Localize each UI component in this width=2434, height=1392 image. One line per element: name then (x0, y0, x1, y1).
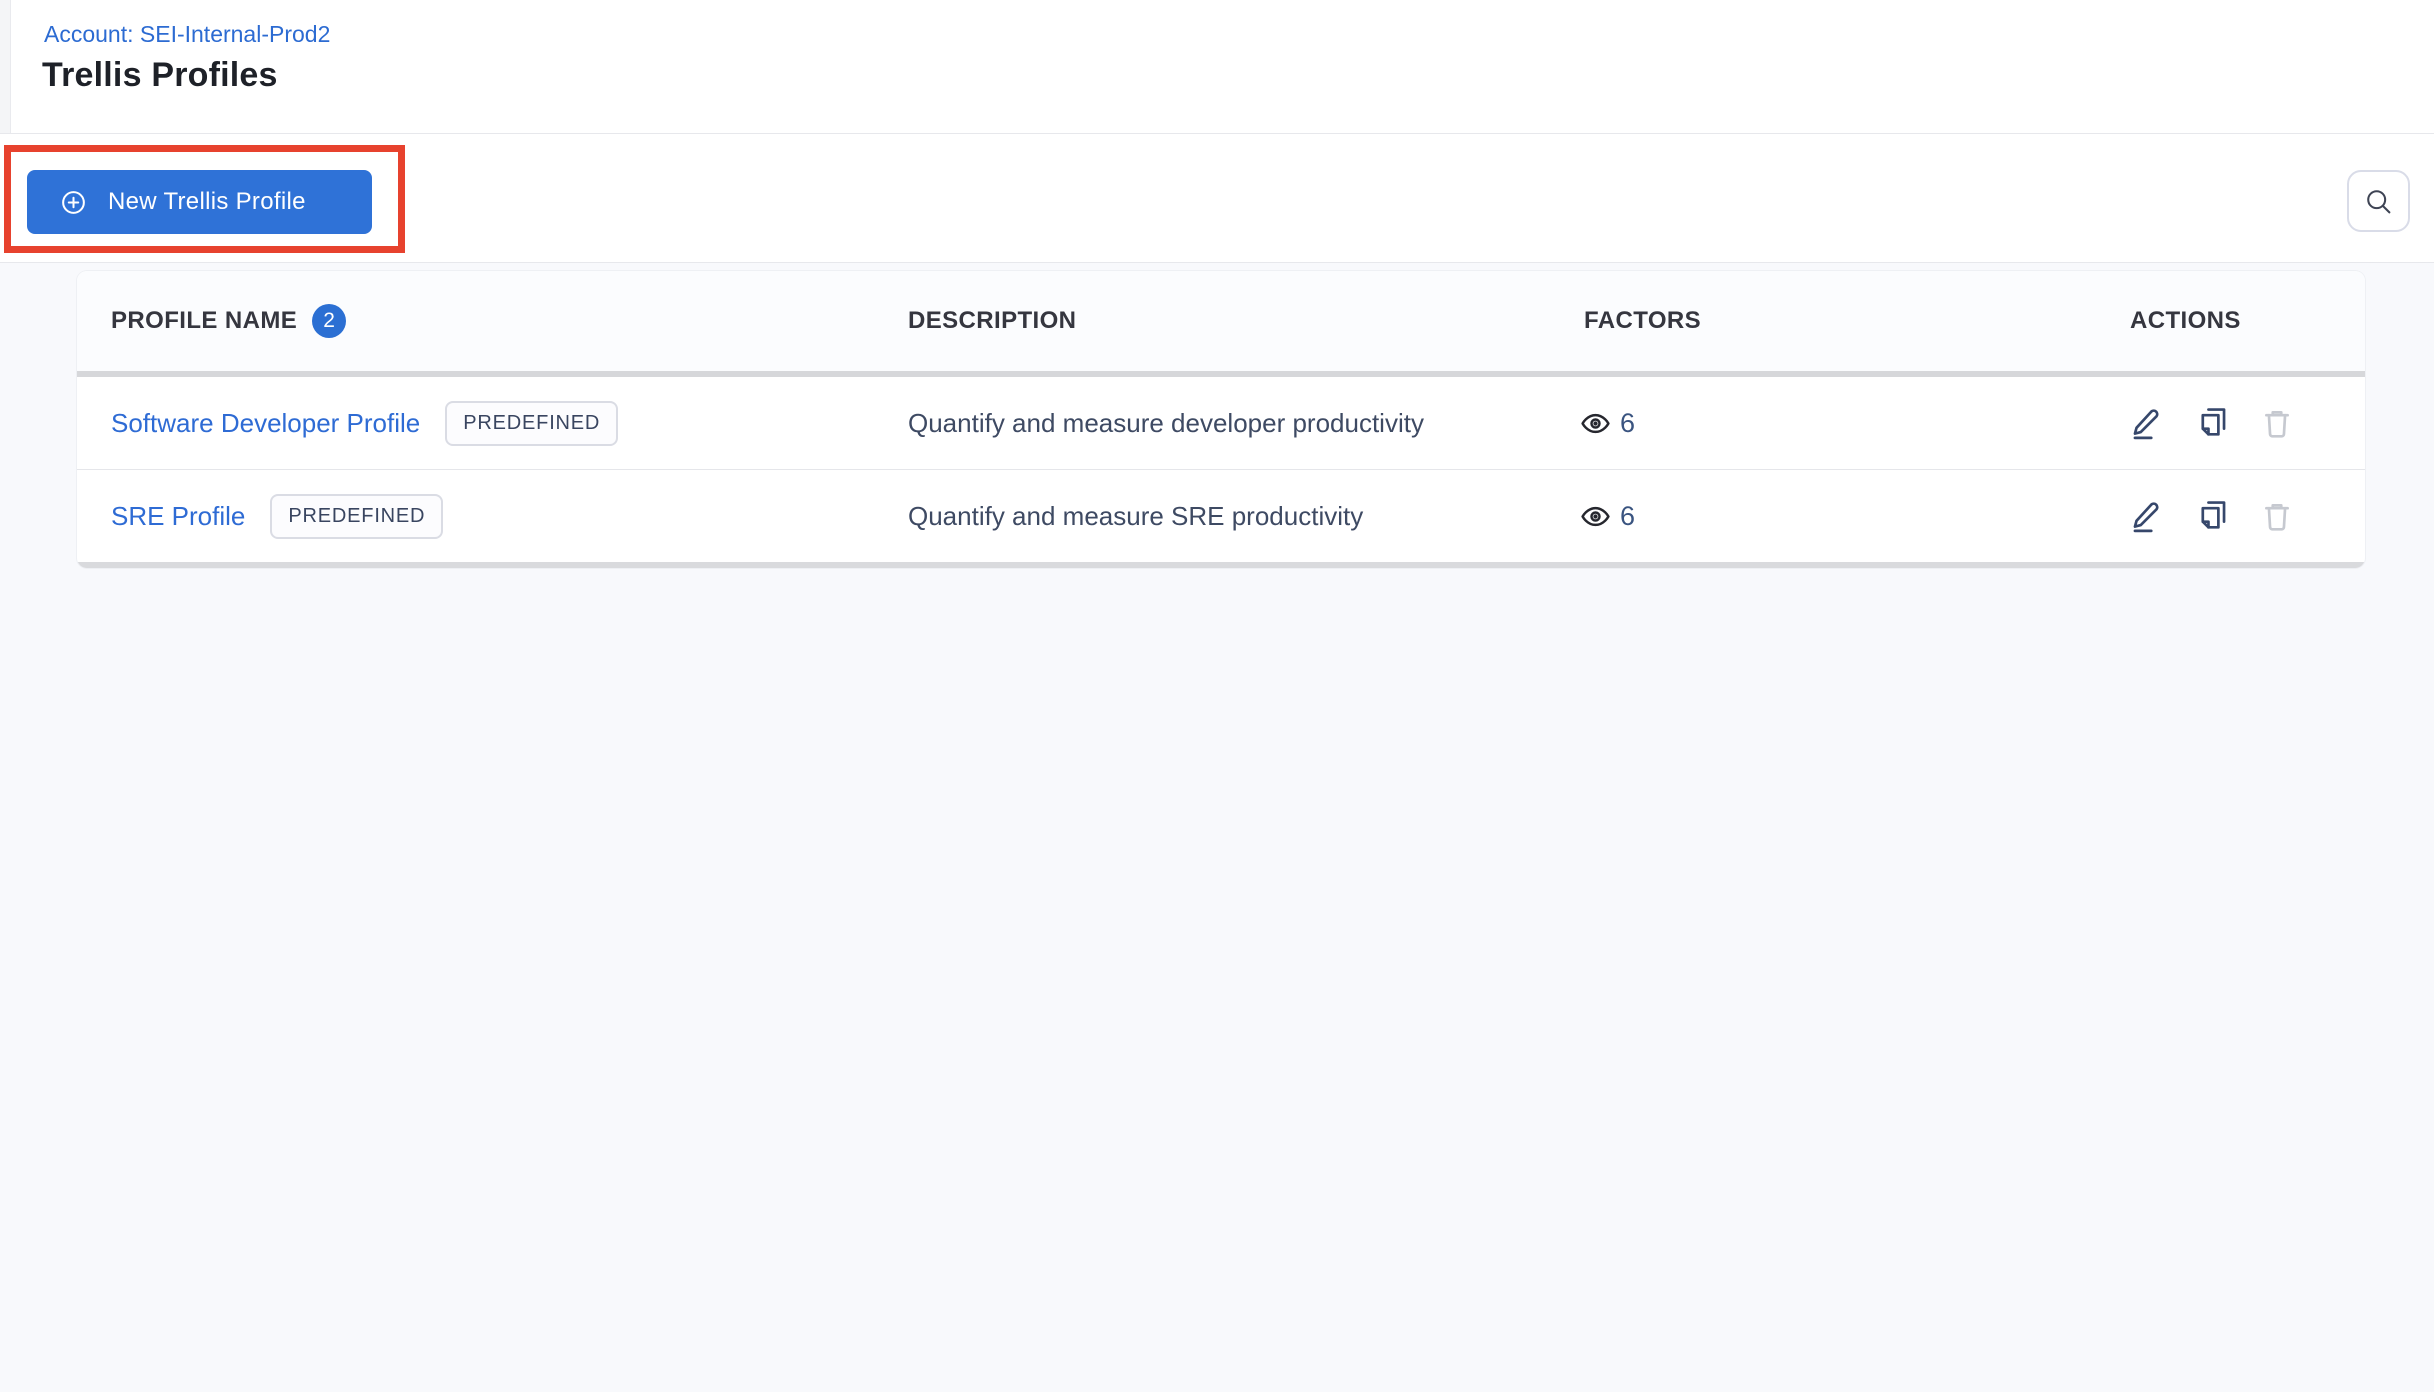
table-bottom-scrollbar[interactable] (77, 562, 2365, 568)
profiles-table: PROFILE NAME 2 DESCRIPTION FACTORS ACTIO… (77, 271, 2365, 568)
column-header-profile-name: PROFILE NAME (111, 307, 298, 334)
delete-profile-button[interactable] (2260, 406, 2294, 440)
clone-profile-button[interactable] (2195, 499, 2229, 533)
content-area: PROFILE NAME 2 DESCRIPTION FACTORS ACTIO… (0, 263, 2434, 1392)
pencil-icon (2133, 502, 2159, 533)
factors-count: 6 (1620, 500, 1636, 531)
plus-circle-icon (62, 190, 85, 214)
predefined-badge: PREDEFINED (445, 400, 619, 446)
trash-icon (2265, 504, 2289, 531)
trellis-profiles-page: Account: SEI-Internal-Prod2 Trellis Prof… (0, 0, 2434, 1392)
column-header-actions: ACTIONS (2130, 307, 2241, 334)
search-icon (2367, 189, 2391, 213)
column-header-description: DESCRIPTION (908, 307, 1077, 334)
copy-icon (2201, 501, 2226, 529)
delete-profile-button[interactable] (2260, 499, 2294, 533)
factors-count: 6 (1620, 407, 1636, 438)
page-title: Trellis Profiles (42, 56, 278, 94)
profile-description: Quantify and measure SRE productivity (908, 500, 1364, 531)
new-trellis-profile-button[interactable]: New Trellis Profile (27, 170, 372, 234)
column-header-factors: FACTORS (1584, 307, 1702, 334)
eye-icon (1581, 506, 1610, 526)
new-trellis-profile-label: New Trellis Profile (108, 188, 306, 215)
profile-description: Quantify and measure developer productiv… (908, 407, 1424, 438)
account-breadcrumb-link[interactable]: Account: SEI-Internal-Prod2 (44, 20, 330, 48)
edit-profile-button[interactable] (2130, 406, 2164, 440)
copy-icon (2201, 408, 2226, 436)
eye-icon (1581, 413, 1610, 433)
table-header-row: PROFILE NAME 2 DESCRIPTION FACTORS ACTIO… (77, 271, 2365, 371)
trash-icon (2265, 411, 2289, 438)
search-button[interactable] (2347, 170, 2410, 232)
clone-profile-button[interactable] (2195, 406, 2229, 440)
toolbar: New Trellis Profile (0, 134, 2434, 262)
edit-profile-button[interactable] (2130, 499, 2164, 533)
profile-name-link[interactable]: SRE Profile (111, 501, 245, 532)
predefined-badge: PREDEFINED (270, 493, 444, 539)
table-row: Software Developer Profile PREDEFINED Qu… (77, 377, 2365, 470)
table-row: SRE Profile PREDEFINED Quantify and meas… (77, 470, 2365, 562)
pencil-icon (2133, 409, 2159, 440)
profile-name-link[interactable]: Software Developer Profile (111, 408, 420, 439)
profile-count-badge: 2 (312, 304, 347, 338)
